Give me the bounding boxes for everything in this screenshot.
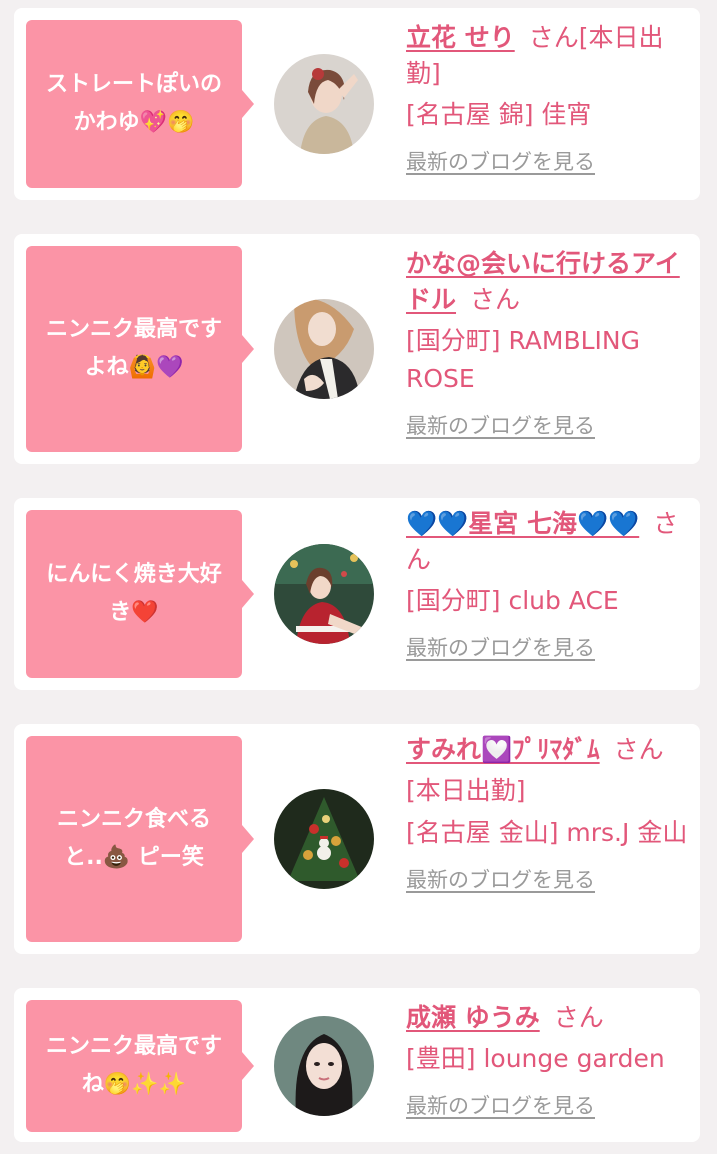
honorific: さん <box>470 285 521 314</box>
girl-name-link[interactable]: 立花 せり <box>406 23 515 52</box>
latest-blog-link[interactable]: 最新のブログを見る <box>406 864 690 896</box>
girl-name-link[interactable]: 成瀬 ゆうみ <box>406 1003 540 1032</box>
latest-blog-link[interactable]: 最新のブログを見る <box>406 410 690 442</box>
comment-text: にんにく焼き大好 き❤️ <box>46 562 222 625</box>
christmas-portrait-icon <box>274 544 374 644</box>
comment-card: ストレートぽいの かわゆ💖🤭 立花 せり さん[本日出勤] [名古屋 錦] 佳宵 … <box>14 8 700 200</box>
shop-info: [国分町] club ACE <box>406 586 619 615</box>
comment-text: ニンニク最高です ね🤭✨✨ <box>45 1034 222 1097</box>
woman-portrait-icon <box>274 1016 374 1116</box>
latest-blog-link[interactable]: 最新のブログを見る <box>406 1090 690 1122</box>
woman-portrait-icon <box>274 54 374 154</box>
blog-comment-list: ストレートぽいの かわゆ💖🤭 立花 せり さん[本日出勤] [名古屋 錦] 佳宵 … <box>0 0 717 1154</box>
comment-card: にんにく焼き大好 き❤️ 💙💙星宮 七海💙💙さん [国分町] club ACE <box>14 498 700 690</box>
name-line: 成瀬 ゆうみ さん <box>406 1000 690 1036</box>
comment-bubble: ストレートぽいの かわゆ💖🤭 <box>26 20 254 188</box>
girl-info: すみれ💟ﾌﾟﾘﾏﾀﾞﾑ さん [本日出勤] [名古屋 金山] mrs.J 金山 最… <box>406 732 690 896</box>
avatar[interactable] <box>274 789 374 889</box>
girl-info: かな@会いに行けるアイドル さん [国分町] RAMBLING ROSE 最新のブ… <box>406 246 690 442</box>
honorific: さん <box>613 735 664 764</box>
shop-info: [国分町] RAMBLING ROSE <box>406 326 641 393</box>
comment-bubble: ニンニク食べる と..💩 ピー笑 <box>26 736 254 942</box>
shop-info: [豊田] lounge garden <box>406 1044 665 1073</box>
girl-name-link[interactable]: かな@会いに行けるアイドル <box>406 249 680 314</box>
girl-name-link[interactable]: 💙💙星宮 七海💙💙 <box>406 509 639 538</box>
christmas-tree-icon <box>274 789 374 889</box>
name-line: 💙💙星宮 七海💙💙 さん <box>406 506 690 578</box>
latest-blog-link[interactable]: 最新のブログを見る <box>406 632 690 664</box>
girl-name-link[interactable]: すみれ💟ﾌﾟﾘﾏﾀﾞﾑ <box>406 735 600 764</box>
comment-card: ニンニク最高です よね🙆💜 かな@会いに行けるアイドル さん [国分町] RAMB… <box>14 234 700 464</box>
shop-info: [名古屋 金山] mrs.J 金山 <box>406 818 688 847</box>
latest-blog-link[interactable]: 最新のブログを見る <box>406 146 690 178</box>
avatar[interactable] <box>274 54 374 154</box>
woman-portrait-icon <box>274 299 374 399</box>
avatar[interactable] <box>274 544 374 644</box>
name-line: 立花 せり さん[本日出勤] <box>406 20 690 92</box>
comment-text: ニンニク最高です よね🙆💜 <box>45 317 222 380</box>
girl-info: 💙💙星宮 七海💙💙 さん [国分町] club ACE 最新のブログを見る <box>406 506 690 664</box>
girl-info: 立花 せり さん[本日出勤] [名古屋 錦] 佳宵 最新のブログを見る <box>406 20 690 178</box>
comment-bubble: ニンニク最高です よね🙆💜 <box>26 246 254 452</box>
name-line: すみれ💟ﾌﾟﾘﾏﾀﾞﾑ さん <box>406 732 690 768</box>
avatar[interactable] <box>274 1016 374 1116</box>
girl-info: 成瀬 ゆうみ さん [豊田] lounge garden 最新のブログを見る <box>406 1000 690 1122</box>
status-badge: [本日出勤] <box>406 776 526 805</box>
comment-card: ニンニク最高です ね🤭✨✨ 成瀬 ゆうみ さん [豊田] lounge garde… <box>14 988 700 1142</box>
avatar[interactable] <box>274 299 374 399</box>
comment-bubble: にんにく焼き大好 き❤️ <box>26 510 254 678</box>
comment-card: ニンニク食べる と..💩 ピー笑 すみれ💟ﾌﾟﾘﾏﾀﾞﾑ さん [本日出勤] [名 <box>14 724 700 954</box>
comment-text: ニンニク食べる と..💩 ピー笑 <box>56 807 211 870</box>
name-line: かな@会いに行けるアイドル さん <box>406 246 690 318</box>
shop-info: [名古屋 錦] 佳宵 <box>406 100 592 129</box>
honorific: さん <box>553 1003 604 1032</box>
comment-text: ストレートぽいの かわゆ💖🤭 <box>45 72 222 135</box>
comment-bubble: ニンニク最高です ね🤭✨✨ <box>26 1000 254 1132</box>
